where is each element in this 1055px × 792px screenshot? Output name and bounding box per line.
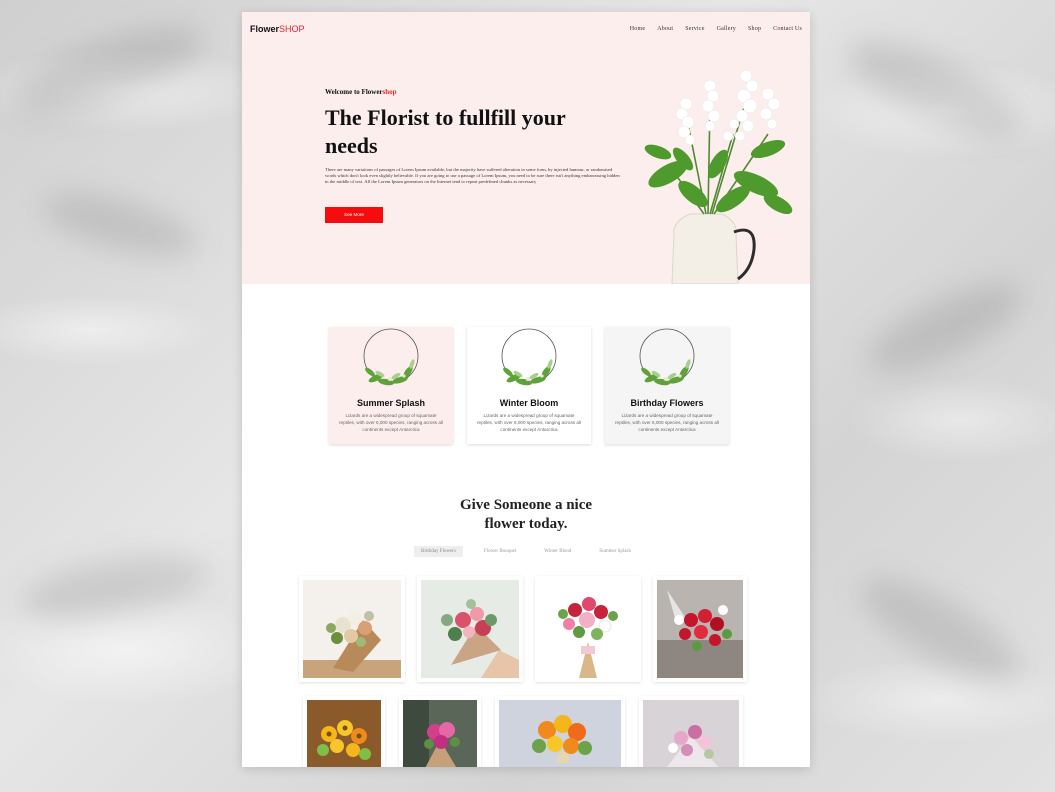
- flower-vase-image: [644, 69, 793, 284]
- gallery-row: [242, 576, 810, 682]
- bouquet-thumbnail[interactable]: [535, 576, 641, 682]
- hero-text: Welcome to Flowershop The Florist to ful…: [325, 88, 620, 223]
- filter-flower-bouquet[interactable]: Flower Bouquet: [477, 546, 523, 557]
- card-winter-bloom[interactable]: Winter Bloom Lizards are a widespread gr…: [467, 327, 591, 444]
- hero-headline: The Florist to fullfill your needs: [325, 105, 566, 158]
- bouquet-image: [307, 700, 381, 767]
- bouquet-image: [403, 700, 477, 767]
- card-title: Birthday Flowers: [630, 398, 704, 408]
- bouquet-thumbnail[interactable]: [399, 696, 481, 767]
- hero-section: FlowerSHOP Home About Service Gallery Sh…: [242, 12, 810, 284]
- filter-birthday-flowers[interactable]: Birthday Flowers: [414, 546, 463, 557]
- website-mockup: FlowerSHOP Home About Service Gallery Sh…: [242, 12, 810, 767]
- bouquet-image: [421, 580, 519, 678]
- nav-about[interactable]: About: [657, 26, 673, 32]
- bouquet-image: [303, 580, 401, 678]
- nav-gallery[interactable]: Gallery: [717, 26, 736, 32]
- bouquet-thumbnail[interactable]: [495, 696, 625, 767]
- wreath-icon: [501, 328, 557, 386]
- nav-menu: Home About Service Gallery Shop Contact …: [630, 26, 802, 32]
- card-summer-splash[interactable]: Summer Splash Lizards are a widespread g…: [329, 327, 453, 444]
- nav-home[interactable]: Home: [630, 26, 645, 32]
- bouquet-thumbnail[interactable]: [299, 576, 405, 682]
- top-nav: FlowerSHOP Home About Service Gallery Sh…: [250, 22, 802, 36]
- bouquet-thumbnail[interactable]: [417, 576, 523, 682]
- see-more-button[interactable]: See More: [325, 207, 383, 223]
- card-title: Summer Splash: [356, 398, 426, 408]
- gallery-row: [242, 696, 810, 767]
- bouquet-thumbnail[interactable]: [639, 696, 743, 767]
- hero-body: There are many variations of passages of…: [325, 167, 620, 184]
- gallery-filters: Birthday Flowers Flower Bouquet Winter B…: [242, 546, 810, 557]
- bouquet-image: [657, 580, 743, 678]
- card-birthday-flowers[interactable]: Birthday Flowers Lizards are a widesprea…: [605, 327, 729, 444]
- gallery-heading: Give Someone a nice flower today.: [459, 497, 593, 532]
- welcome-label: Welcome to Flowershop: [325, 88, 397, 96]
- card-text: Lizards are a widespread group of squama…: [339, 413, 443, 432]
- filter-winter-blood[interactable]: Winter Blood: [537, 546, 578, 557]
- nav-contact[interactable]: Contact Us: [773, 26, 802, 32]
- bouquet-thumbnail[interactable]: [303, 696, 385, 767]
- feature-cards: Summer Splash Lizards are a widespread g…: [329, 327, 729, 444]
- bouquet-image: [499, 700, 621, 767]
- card-title: Winter Bloom: [499, 398, 559, 408]
- wreath-icon: [639, 328, 695, 386]
- card-text: Lizards are a widespread group of squama…: [477, 413, 581, 432]
- card-text: Lizards are a widespread group of squama…: [615, 413, 719, 432]
- nav-shop[interactable]: Shop: [748, 26, 761, 32]
- filter-summer-splash[interactable]: Summer Splash: [592, 546, 638, 557]
- bouquet-thumbnail[interactable]: [653, 576, 747, 682]
- bouquet-image: [539, 580, 637, 678]
- logo[interactable]: FlowerSHOP: [250, 24, 305, 34]
- nav-service[interactable]: Service: [685, 26, 704, 32]
- wreath-icon: [363, 328, 419, 386]
- bouquet-image: [643, 700, 739, 767]
